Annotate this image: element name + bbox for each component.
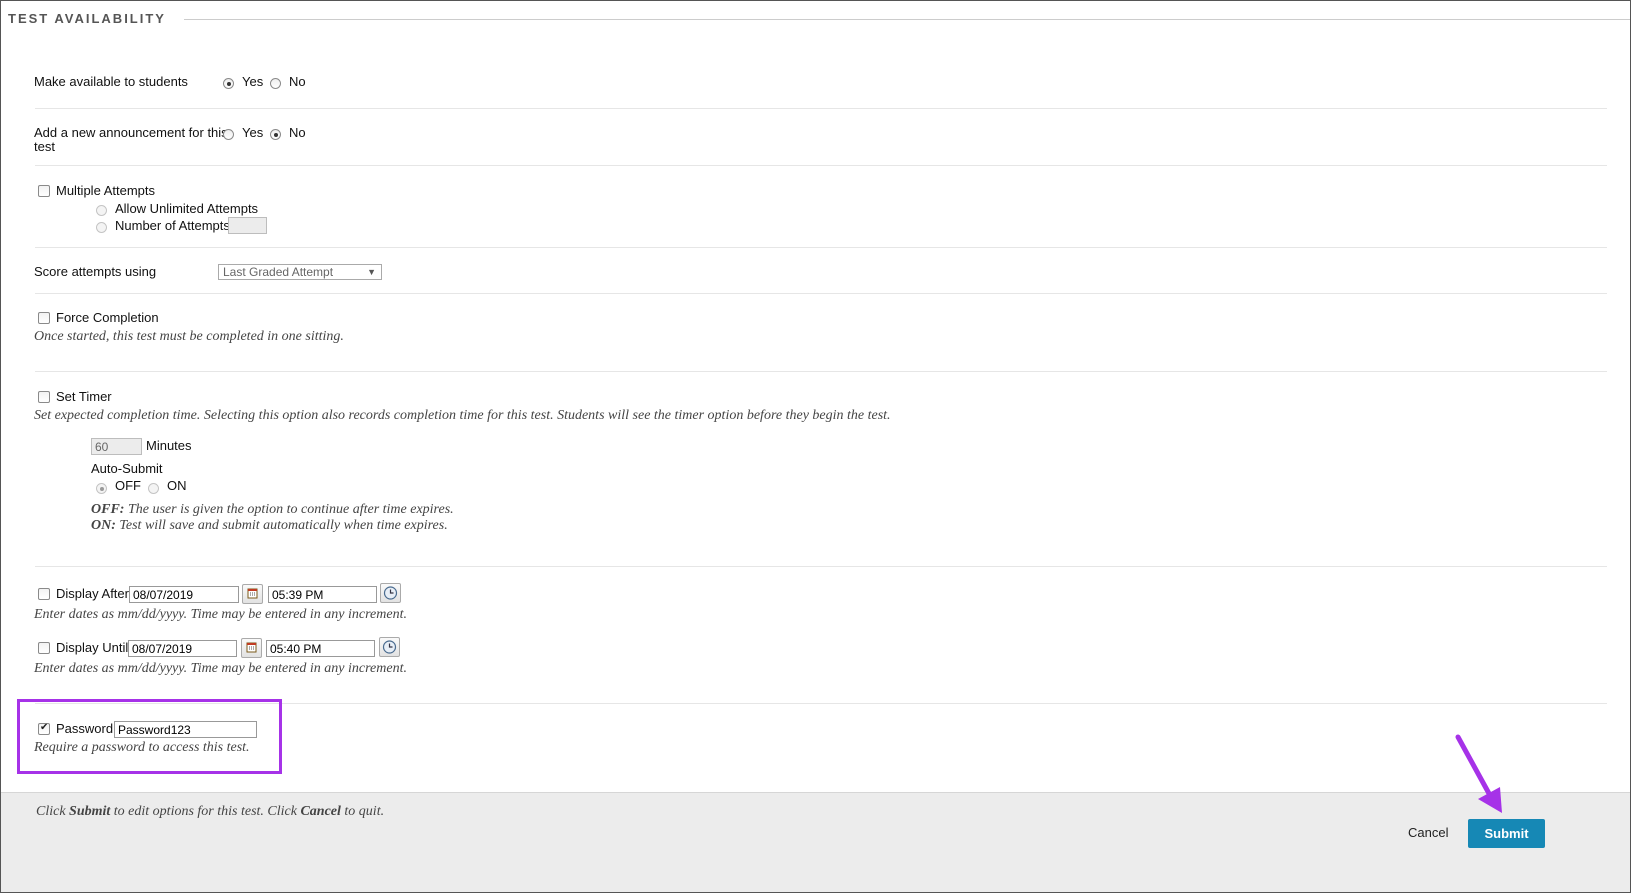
availability-no-label[interactable]: No xyxy=(289,74,306,89)
set-timer-checkbox[interactable] xyxy=(38,391,50,403)
display-until-help: Enter dates as mm/dd/yyyy. Time may be e… xyxy=(34,661,407,676)
cancel-button[interactable]: Cancel xyxy=(1408,825,1448,840)
password-highlight-box xyxy=(17,699,282,774)
number-attempts-label: Number of Attempts xyxy=(115,218,230,233)
display-after-help: Enter dates as mm/dd/yyyy. Time may be e… xyxy=(34,607,407,622)
instr-part1: Click xyxy=(36,804,70,819)
auto-submit-on-label: ON xyxy=(167,478,187,493)
section-title: TEST AVAILABILITY xyxy=(8,11,166,26)
set-timer-help: Set expected completion time. Selecting … xyxy=(34,408,891,423)
display-after-time-input[interactable]: 05:39 PM xyxy=(268,586,377,603)
instr-part2: to edit options for this test. Click xyxy=(110,804,301,819)
display-after-checkbox[interactable] xyxy=(38,588,50,600)
divider xyxy=(35,247,1607,248)
auto-submit-off-label: OFF xyxy=(115,478,141,493)
display-until-checkbox[interactable] xyxy=(38,642,50,654)
announcement-yes-label[interactable]: Yes xyxy=(242,125,263,140)
auto-submit-off-radio[interactable] xyxy=(96,483,107,494)
score-attempts-select[interactable]: Last Graded Attempt ▼ xyxy=(218,264,382,280)
display-after-calendar-button[interactable] xyxy=(242,584,263,604)
display-until-time-input[interactable]: 05:40 PM xyxy=(266,640,375,657)
calendar-icon xyxy=(246,642,257,653)
timer-minutes-input[interactable]: 60 xyxy=(91,438,142,455)
display-after-clock-button[interactable] xyxy=(380,583,401,603)
instr-cancel: Cancel xyxy=(300,804,341,819)
score-attempts-value: Last Graded Attempt xyxy=(223,265,334,279)
footer-instructions: Click Submit to edit options for this te… xyxy=(36,804,384,820)
multiple-attempts-checkbox[interactable] xyxy=(38,185,50,197)
on-help-text: Test will save and submit automatically … xyxy=(119,518,448,533)
divider xyxy=(35,566,1607,567)
on-help-key: ON: xyxy=(91,518,116,533)
submit-button[interactable]: Submit xyxy=(1468,819,1545,848)
display-until-calendar-button[interactable] xyxy=(241,638,262,658)
unlimited-attempts-label: Allow Unlimited Attempts xyxy=(115,201,259,216)
force-completion-label[interactable]: Force Completion xyxy=(56,310,159,325)
auto-submit-on-help: ON: Test will save and submit automatica… xyxy=(91,518,448,534)
divider xyxy=(35,371,1607,372)
force-completion-checkbox[interactable] xyxy=(38,312,50,324)
calendar-icon xyxy=(247,588,258,599)
display-until-date-input[interactable]: 08/07/2019 xyxy=(128,640,237,657)
section-divider xyxy=(184,19,1630,20)
instr-part3: to quit. xyxy=(340,804,385,819)
announcement-no-radio[interactable] xyxy=(270,129,281,140)
number-attempts-radio[interactable] xyxy=(96,222,107,233)
divider xyxy=(35,293,1607,294)
display-after-label[interactable]: Display After xyxy=(56,586,129,601)
announcement-yes-radio[interactable] xyxy=(223,129,234,140)
multiple-attempts-label[interactable]: Multiple Attempts xyxy=(56,183,155,198)
set-timer-label[interactable]: Set Timer xyxy=(56,389,112,404)
force-completion-help: Once started, this test must be complete… xyxy=(34,329,344,344)
off-help-key: OFF: xyxy=(91,502,125,517)
divider xyxy=(35,108,1607,109)
pointer-arrow-icon xyxy=(1455,734,1502,813)
instr-submit: Submit xyxy=(69,804,111,819)
auto-submit-off-help: OFF: The user is given the option to con… xyxy=(91,502,454,518)
off-help-text: The user is given the option to continue… xyxy=(127,502,454,517)
announcement-label-line2: test xyxy=(34,139,55,154)
divider xyxy=(35,165,1607,166)
availability-no-radio[interactable] xyxy=(270,78,281,89)
auto-submit-label: Auto-Submit xyxy=(91,461,163,476)
unlimited-attempts-radio[interactable] xyxy=(96,205,107,216)
test-options-page: TEST AVAILABILITY Make available to stud… xyxy=(0,0,1631,893)
number-attempts-input[interactable] xyxy=(228,217,267,234)
clock-icon xyxy=(383,586,398,600)
auto-submit-on-radio[interactable] xyxy=(148,483,159,494)
score-attempts-label: Score attempts using xyxy=(34,264,157,279)
availability-yes-radio[interactable] xyxy=(223,78,234,89)
display-until-clock-button[interactable] xyxy=(379,637,400,657)
announcement-no-label[interactable]: No xyxy=(289,125,306,140)
clock-icon xyxy=(382,640,397,654)
availability-label: Make available to students xyxy=(34,74,188,89)
availability-yes-label[interactable]: Yes xyxy=(242,74,263,89)
timer-minutes-label: Minutes xyxy=(146,438,192,453)
announcement-label: Add a new announcement for this xyxy=(34,125,228,140)
chevron-down-icon: ▼ xyxy=(367,267,376,277)
submit-footer: Click Submit to edit options for this te… xyxy=(1,792,1630,892)
display-after-date-input[interactable]: 08/07/2019 xyxy=(129,586,239,603)
display-until-label[interactable]: Display Until xyxy=(56,640,128,655)
